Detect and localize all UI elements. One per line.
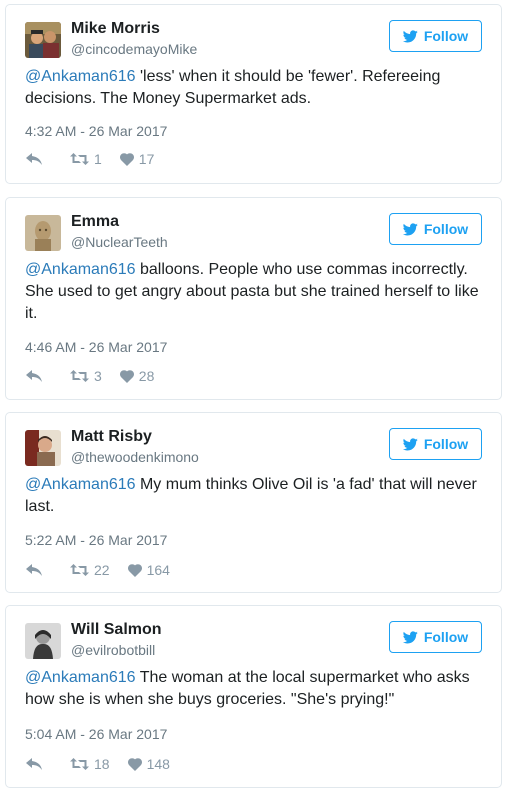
- tweet-actions: 3 28: [25, 368, 154, 384]
- user-handle[interactable]: @evilrobotbill: [71, 642, 155, 658]
- retweet-icon: [70, 564, 89, 576]
- follow-button[interactable]: Follow: [389, 213, 482, 245]
- tweet-card: Emma @NuclearTeeth Follow @Ankaman616 ba…: [5, 197, 502, 400]
- avatar[interactable]: [25, 215, 61, 251]
- retweet-count: 1: [94, 151, 102, 167]
- retweet-button[interactable]: 1: [70, 151, 102, 167]
- follow-label: Follow: [423, 28, 469, 44]
- user-handle[interactable]: @thewoodenkimono: [71, 449, 199, 465]
- mention-link[interactable]: @Ankaman616: [25, 68, 136, 85]
- heart-icon: [119, 152, 134, 166]
- tweet-actions: 1 17: [25, 151, 154, 167]
- heart-icon: [127, 757, 142, 771]
- follow-button[interactable]: Follow: [389, 20, 482, 52]
- reply-icon: [26, 758, 42, 770]
- reply-button[interactable]: [26, 153, 42, 165]
- reply-button[interactable]: [26, 564, 42, 576]
- retweet-button[interactable]: 3: [70, 368, 102, 384]
- user-handle[interactable]: @NuclearTeeth: [71, 234, 168, 250]
- retweet-count: 3: [94, 368, 102, 384]
- display-name[interactable]: Mike Morris: [71, 20, 160, 38]
- retweet-button[interactable]: 18: [70, 756, 110, 772]
- timestamp[interactable]: 5:22 AM - 26 Mar 2017: [25, 532, 167, 548]
- retweet-count: 22: [94, 562, 110, 578]
- like-count: 164: [146, 562, 170, 578]
- avatar[interactable]: [25, 430, 61, 466]
- twitter-bird-icon: [402, 222, 418, 235]
- retweet-icon: [70, 758, 89, 770]
- tweet-card: Will Salmon @evilrobotbill Follow @Ankam…: [5, 605, 502, 788]
- tweet-text: @Ankaman616 'less' when it should be 'fe…: [25, 66, 481, 110]
- reply-button[interactable]: [26, 758, 42, 770]
- reply-icon: [26, 370, 42, 382]
- tweet-card: Mike Morris @cincodemayoMike Follow @Ank…: [5, 4, 502, 184]
- tweet-card: Matt Risby @thewoodenkimono Follow @Anka…: [5, 412, 502, 593]
- mention-link[interactable]: @Ankaman616: [25, 669, 136, 686]
- display-name[interactable]: Matt Risby: [71, 428, 152, 446]
- follow-label: Follow: [423, 221, 469, 237]
- tweet-actions: 22 164: [25, 562, 170, 578]
- twitter-bird-icon: [402, 29, 418, 42]
- twitter-bird-icon: [402, 630, 418, 643]
- tweet-text: @Ankaman616 My mum thinks Olive Oil is '…: [25, 474, 481, 518]
- follow-button[interactable]: Follow: [389, 428, 482, 460]
- reply-icon: [26, 564, 42, 576]
- display-name[interactable]: Will Salmon: [71, 621, 162, 639]
- reply-icon: [26, 153, 42, 165]
- heart-icon: [119, 369, 134, 383]
- tweet-text: @Ankaman616 The woman at the local super…: [25, 667, 481, 711]
- retweet-icon: [70, 153, 89, 165]
- mention-link[interactable]: @Ankaman616: [25, 476, 136, 493]
- tweet-text: @Ankaman616 balloons. People who use com…: [25, 259, 481, 325]
- follow-label: Follow: [423, 436, 469, 452]
- timestamp[interactable]: 5:04 AM - 26 Mar 2017: [25, 726, 167, 742]
- avatar[interactable]: [25, 22, 61, 58]
- like-button[interactable]: 17: [119, 151, 155, 167]
- follow-button[interactable]: Follow: [389, 621, 482, 653]
- like-count: 17: [138, 151, 155, 167]
- retweet-icon: [70, 370, 89, 382]
- like-count: 148: [146, 756, 170, 772]
- like-button[interactable]: 164: [127, 562, 170, 578]
- like-button[interactable]: 148: [127, 756, 170, 772]
- retweet-button[interactable]: 22: [70, 562, 110, 578]
- follow-label: Follow: [423, 629, 469, 645]
- timestamp[interactable]: 4:32 AM - 26 Mar 2017: [25, 123, 167, 139]
- twitter-bird-icon: [402, 437, 418, 450]
- heart-icon: [127, 563, 142, 577]
- reply-button[interactable]: [26, 370, 42, 382]
- retweet-count: 18: [94, 756, 110, 772]
- mention-link[interactable]: @Ankaman616: [25, 261, 136, 278]
- display-name[interactable]: Emma: [71, 213, 119, 231]
- like-count: 28: [138, 368, 155, 384]
- like-button[interactable]: 28: [119, 368, 155, 384]
- user-handle[interactable]: @cincodemayoMike: [71, 41, 197, 57]
- tweet-actions: 18 148: [25, 756, 170, 772]
- timestamp[interactable]: 4:46 AM - 26 Mar 2017: [25, 339, 167, 355]
- avatar[interactable]: [25, 623, 61, 659]
